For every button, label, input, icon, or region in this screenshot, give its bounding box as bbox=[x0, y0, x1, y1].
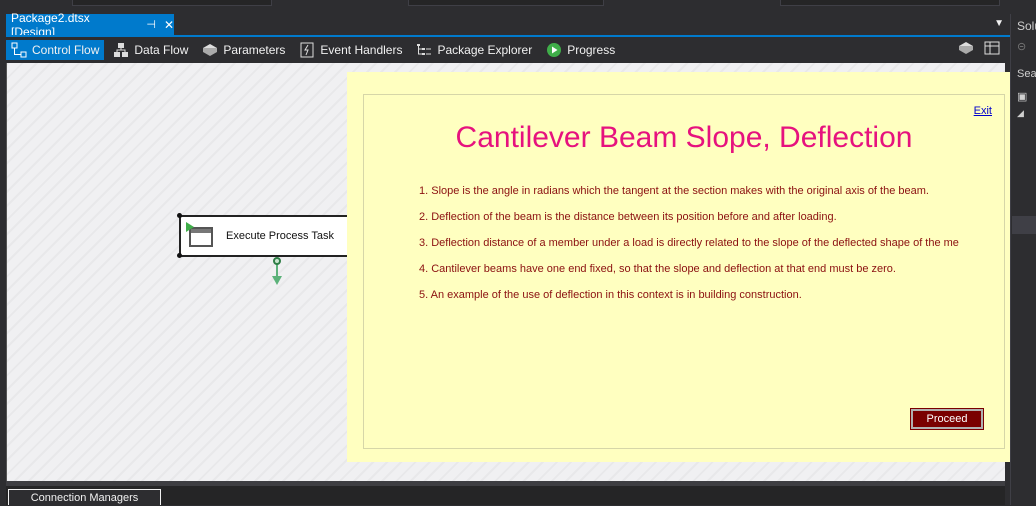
selected-tree-item[interactable] bbox=[1012, 216, 1036, 234]
variables-icon[interactable] bbox=[958, 40, 974, 59]
search-field[interactable]: Sea bbox=[1017, 68, 1036, 80]
tab-event-handlers[interactable]: Event Handlers bbox=[294, 40, 407, 60]
solution-node-icon[interactable]: ▣ bbox=[1017, 90, 1027, 103]
tab-control-flow[interactable]: Control Flow bbox=[6, 40, 105, 60]
connection-managers-tab[interactable]: Connection Managers bbox=[8, 489, 161, 505]
connector-arrow-icon bbox=[272, 276, 282, 285]
resize-handle[interactable] bbox=[177, 213, 182, 218]
expand-arrow-icon[interactable]: ◢ bbox=[1017, 108, 1024, 119]
designer-toolbar-right bbox=[958, 40, 1000, 59]
tab-label: Progress bbox=[567, 43, 616, 57]
progress-play-icon bbox=[546, 42, 562, 58]
top-strip bbox=[0, 0, 1036, 14]
document-tab-package2[interactable]: Package2.dtsx [Design] ⊣ ✕ bbox=[6, 11, 174, 39]
package-explorer-icon bbox=[416, 42, 432, 58]
task-play-icon bbox=[186, 222, 194, 232]
list-item: 2. Deflection of the beam is the distanc… bbox=[419, 211, 837, 223]
popup-title: Cantilever Beam Slope, Deflection bbox=[455, 121, 913, 154]
parameters-icon bbox=[202, 42, 218, 58]
toolbar-field[interactable] bbox=[408, 0, 604, 6]
tab-label: Control Flow bbox=[32, 43, 100, 57]
list-item: 4. Cantilever beams have one end fixed, … bbox=[419, 263, 896, 275]
toolbar-field[interactable] bbox=[780, 0, 1000, 6]
event-handlers-icon bbox=[299, 42, 315, 58]
popup-list: 1. Slope is the angle in radians which t… bbox=[419, 185, 959, 315]
exit-link[interactable]: Exit bbox=[974, 105, 992, 117]
tab-parameters[interactable]: Parameters bbox=[197, 40, 290, 60]
tab-data-flow[interactable]: Data Flow bbox=[108, 40, 193, 60]
toolbar-field[interactable] bbox=[72, 0, 272, 6]
designer-toolbar: Control Flow Data Flow Parameters Event … bbox=[6, 37, 1010, 63]
toolbox-icon[interactable] bbox=[984, 40, 1000, 59]
close-icon[interactable]: ✕ bbox=[164, 18, 174, 32]
connector-grip[interactable] bbox=[273, 257, 281, 265]
tab-dropdown-icon[interactable]: ▼ bbox=[994, 18, 1004, 29]
popup-panel: Exit Cantilever Beam Slope, Deflection 1… bbox=[363, 94, 1005, 449]
solution-explorer-title: Solu bbox=[1017, 19, 1036, 33]
tab-progress[interactable]: Progress bbox=[541, 40, 620, 60]
tab-label: Data Flow bbox=[134, 43, 189, 57]
resize-handle[interactable] bbox=[177, 253, 182, 258]
tab-label: Parameters bbox=[223, 43, 286, 57]
solution-explorer-panel: Solu ⊝ Sea ▣ ◢ bbox=[1010, 14, 1036, 505]
control-flow-icon bbox=[11, 42, 27, 58]
task-label: Execute Process Task bbox=[226, 230, 335, 242]
back-icon[interactable]: ⊝ bbox=[1017, 40, 1026, 53]
document-tabbar: Package2.dtsx [Design] ⊣ ✕ ▼ bbox=[0, 11, 1010, 39]
pin-icon[interactable]: ⊣ bbox=[146, 18, 156, 31]
proceed-button[interactable]: Proceed bbox=[910, 408, 984, 430]
tab-package-explorer[interactable]: Package Explorer bbox=[411, 40, 537, 60]
data-flow-icon bbox=[113, 42, 129, 58]
tab-label: Event Handlers bbox=[320, 43, 403, 57]
list-item: 1. Slope is the angle in radians which t… bbox=[419, 185, 929, 197]
info-popup: Exit Cantilever Beam Slope, Deflection 1… bbox=[347, 72, 1018, 462]
list-item: 5. An example of the use of deflection i… bbox=[419, 289, 802, 301]
list-item: 3. Deflection distance of a member under… bbox=[419, 237, 959, 249]
tab-label: Package Explorer bbox=[437, 43, 533, 57]
